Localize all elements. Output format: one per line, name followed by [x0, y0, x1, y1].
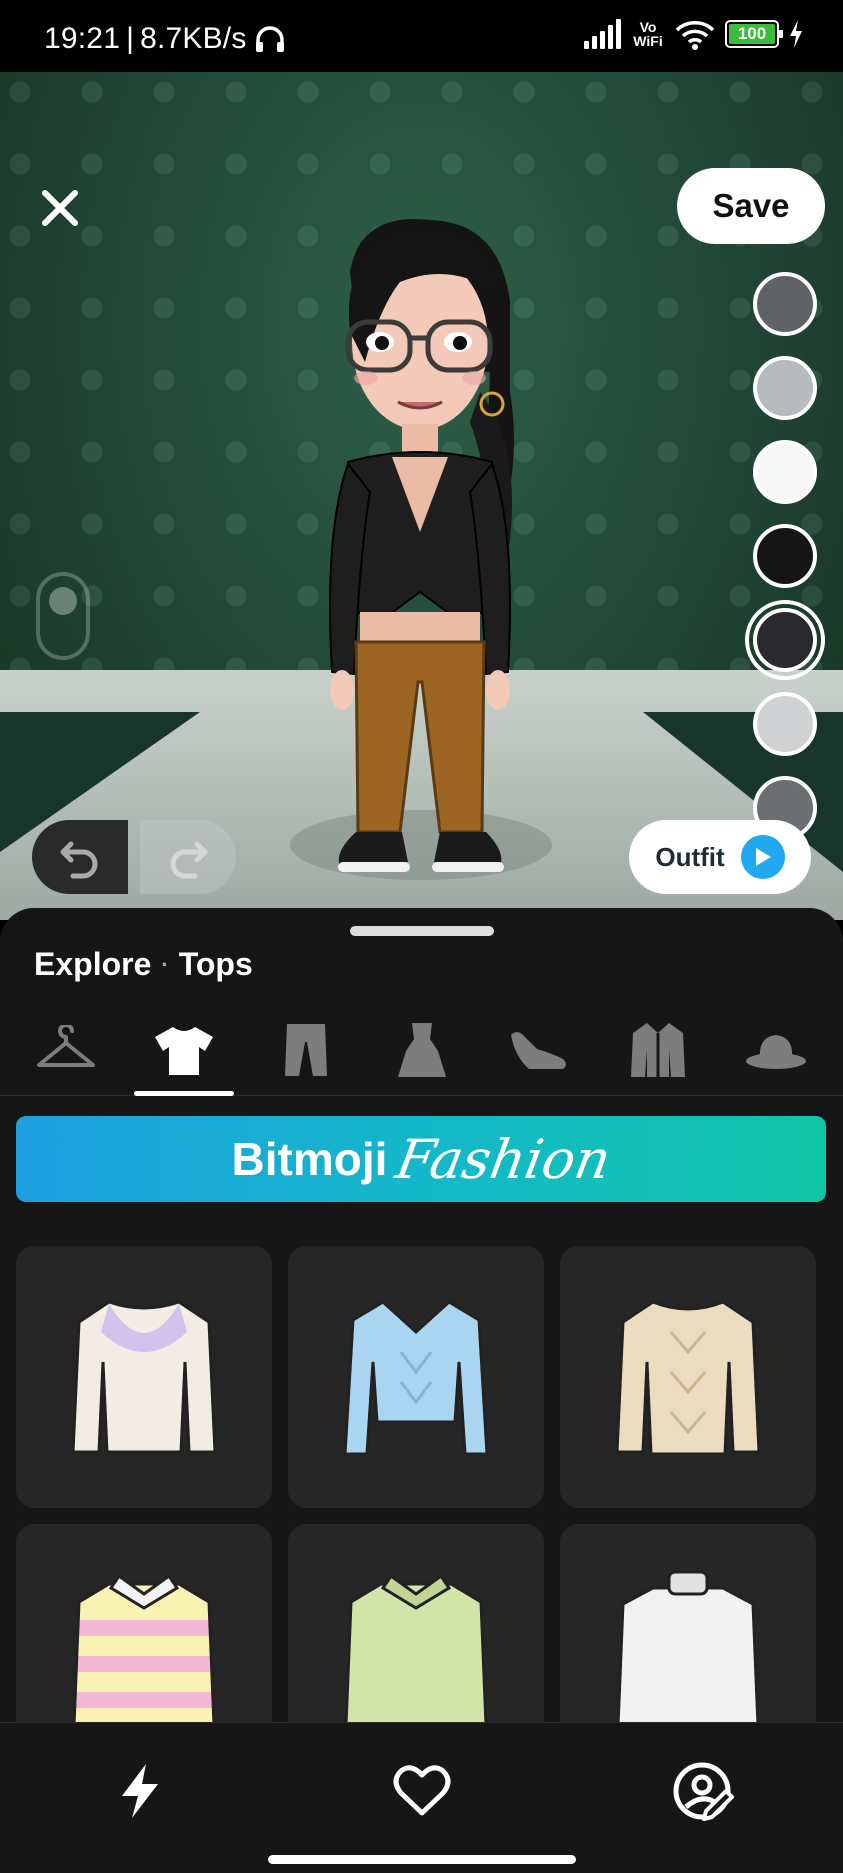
beige-sweater-image — [615, 1300, 761, 1456]
dress-icon — [398, 1023, 446, 1077]
color-swatch[interactable] — [753, 524, 817, 588]
avatar-edit-icon — [673, 1762, 734, 1821]
charging-icon — [790, 20, 802, 48]
tab-dresses[interactable] — [372, 1004, 472, 1096]
outfit-label: Outfit — [655, 841, 725, 872]
banner-title: Fashion — [391, 1127, 617, 1191]
battery-icon: 100 — [725, 20, 783, 48]
breadcrumb-explore[interactable]: Explore — [34, 946, 151, 983]
pants-icon — [285, 1024, 327, 1076]
clothing-item-fair-isle-sweater[interactable] — [16, 1246, 272, 1508]
status-bar: 19:21 | 8.7KB/s Vo WiFi 100 — [0, 0, 843, 72]
outfit-button[interactable]: Outfit — [629, 820, 811, 894]
nav-favorites-button[interactable] — [382, 1751, 462, 1831]
redo-button[interactable] — [140, 820, 236, 894]
heart-icon — [393, 1765, 451, 1816]
breadcrumb: Explore · Tops — [34, 946, 253, 983]
color-swatch[interactable] — [753, 692, 817, 756]
tshirt-icon — [155, 1027, 213, 1075]
hat-icon — [746, 1035, 806, 1069]
fair-isle-sweater-image — [71, 1300, 217, 1454]
avatar-scene: Save — [0, 72, 843, 920]
tab-outerwear[interactable] — [608, 1004, 708, 1096]
close-icon — [42, 190, 78, 226]
banner-brand: Bitmoji — [231, 1133, 388, 1185]
status-separator: | — [126, 22, 135, 55]
white-turtleneck-image — [616, 1570, 760, 1726]
breadcrumb-current: Tops — [178, 946, 253, 982]
bolt-icon — [122, 1764, 158, 1818]
close-button[interactable] — [36, 184, 84, 232]
tab-hats[interactable] — [726, 1004, 826, 1096]
redo-icon — [170, 841, 208, 879]
blue-sweater-image — [343, 1300, 489, 1456]
item-grid — [16, 1246, 826, 1726]
striped-polo-image — [72, 1573, 216, 1726]
category-tabs — [0, 1004, 843, 1096]
customization-panel: Explore · Tops Bitmoji Fashion — [0, 908, 843, 1726]
color-swatch-selected[interactable] — [745, 600, 825, 680]
hanger-icon — [37, 1025, 95, 1067]
bitmoji-avatar — [329, 219, 514, 872]
clothing-item-white-turtleneck[interactable] — [560, 1524, 816, 1726]
vowifi-label: Vo WiFi — [633, 19, 663, 49]
color-swatch[interactable] — [753, 356, 817, 420]
home-indicator[interactable] — [268, 1855, 576, 1864]
color-swatch[interactable] — [753, 272, 817, 336]
clothing-item-pink-yellow-striped-polo[interactable] — [16, 1524, 272, 1726]
clothing-item-green-polo-sweater[interactable] — [288, 1524, 544, 1726]
status-time: 19:21 — [44, 22, 121, 55]
status-left: 19:21 | 8.7KB/s — [44, 22, 287, 56]
nav-edit-avatar-button[interactable] — [664, 1751, 744, 1831]
save-button[interactable]: Save — [677, 168, 825, 244]
color-swatch[interactable] — [753, 440, 817, 504]
tab-bottoms[interactable] — [256, 1004, 356, 1096]
color-swatches — [745, 272, 825, 840]
shoe-icon — [511, 1032, 566, 1069]
network-speed: 8.7KB/s — [140, 22, 247, 55]
undo-button[interactable] — [32, 820, 128, 894]
wifi-icon — [675, 21, 715, 50]
headphones-icon — [255, 26, 284, 52]
view-toggle[interactable] — [36, 572, 90, 660]
bitmoji-fashion-banner[interactable]: Bitmoji Fashion — [16, 1116, 826, 1202]
status-right: Vo WiFi 100 — [584, 18, 803, 50]
undo-icon — [60, 841, 98, 879]
tab-tops[interactable] — [134, 1004, 234, 1096]
signal-icon — [584, 19, 621, 49]
tab-shoes[interactable] — [488, 1004, 588, 1096]
toggle-knob — [49, 587, 77, 615]
bottom-nav — [0, 1722, 843, 1873]
clothing-item-beige-cable-knit-sweater[interactable] — [560, 1246, 816, 1508]
green-polo-image — [344, 1573, 488, 1726]
clothing-item-blue-cable-knit-crop-sweater[interactable] — [288, 1246, 544, 1508]
nav-quick-button[interactable] — [100, 1751, 180, 1831]
panel-drag-handle[interactable] — [350, 926, 494, 936]
play-icon — [740, 835, 785, 879]
tab-all[interactable] — [16, 1004, 116, 1096]
jacket-icon — [631, 1023, 685, 1077]
breadcrumb-separator: · — [161, 951, 169, 977]
battery-level: 100 — [729, 24, 775, 44]
